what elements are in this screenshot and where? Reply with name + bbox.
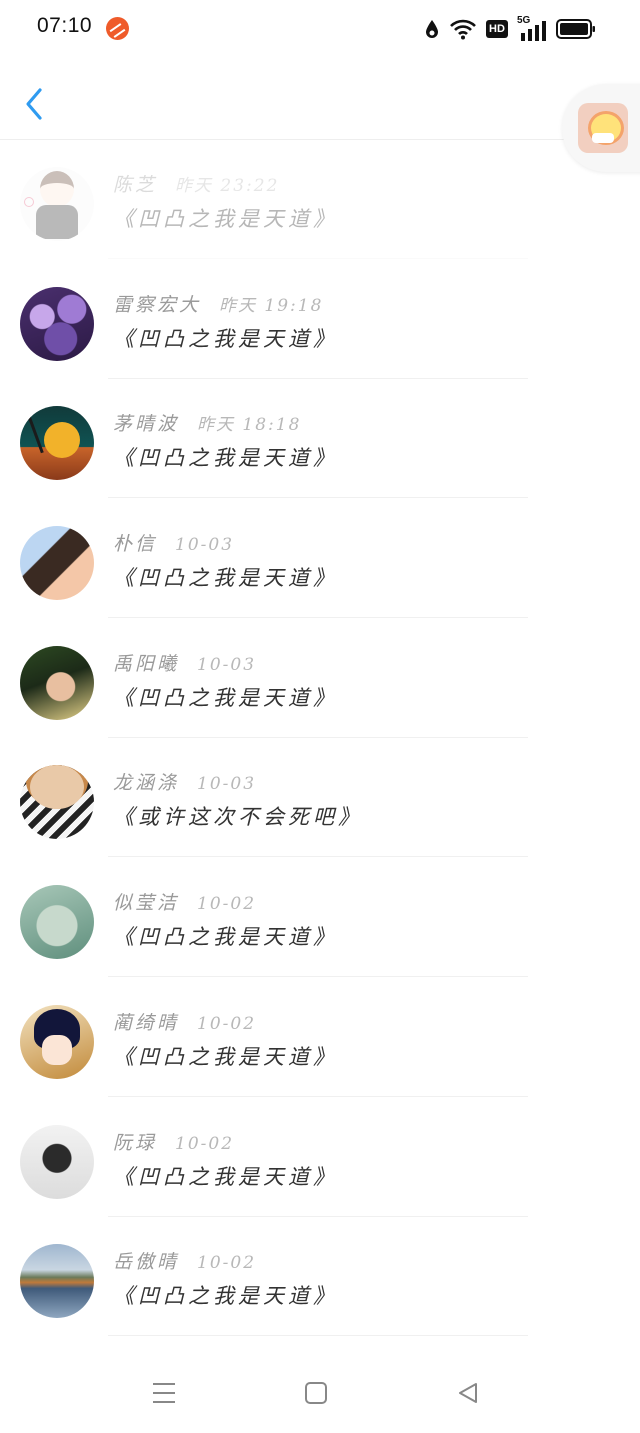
list-item[interactable]: 雷察宏大 昨天 19:18 《凹凸之我是天道》 [0, 260, 640, 380]
item-meta: 阮琭 10-02 [113, 1128, 234, 1154]
status-time: 07:10 [37, 14, 93, 37]
header-bar [0, 58, 640, 140]
list-item[interactable]: 蔺绮晴 10-02 《凹凸之我是天道》 [0, 978, 640, 1098]
list-item[interactable]: 龙涵涤 10-03 《或许这次不会死吧》 [0, 738, 640, 858]
avatar[interactable] [20, 286, 94, 361]
user-name: 阮琭 [113, 1131, 158, 1154]
item-time: 10-02 [175, 1133, 235, 1154]
item-time: 10-02 [197, 1253, 257, 1274]
item-time: 昨天 19:18 [219, 295, 324, 316]
user-name: 茅晴波 [113, 413, 180, 436]
status-bar: 07:10 HD 5G [0, 0, 640, 58]
back-button[interactable] [18, 84, 52, 124]
divider [108, 1335, 528, 1337]
home-icon [305, 1382, 327, 1404]
comment-list: 陈芝 昨天 23:22 《凹凸之我是天道》 雷察宏大 昨天 19:18 《凹凸之… [0, 140, 640, 1337]
item-meta: 岳傲晴 10-02 [113, 1247, 256, 1273]
item-time: 昨天 18:18 [197, 415, 302, 436]
avatar[interactable] [20, 526, 94, 601]
item-meta: 蔺绮晴 10-02 [113, 1008, 256, 1034]
list-item[interactable]: 岳傲晴 10-02 《凹凸之我是天道》 [0, 1217, 640, 1337]
avatar[interactable] [20, 167, 94, 241]
user-name: 雷察宏大 [113, 293, 202, 316]
user-name: 岳傲晴 [113, 1251, 180, 1274]
menu-button[interactable] [144, 1377, 184, 1409]
avatar[interactable] [20, 645, 94, 720]
signal-5g-icon: 5G [517, 15, 547, 41]
avatar[interactable] [20, 1244, 94, 1319]
item-meta: 朴信 10-03 [113, 529, 234, 555]
home-button[interactable] [296, 1377, 336, 1409]
user-name: 禹阳曦 [113, 652, 180, 675]
back-triangle-icon [459, 1383, 477, 1403]
list-item[interactable]: 似莹洁 10-02 《凹凸之我是天道》 [0, 858, 640, 978]
user-name: 朴信 [113, 533, 158, 556]
item-content: 《凹凸之我是天道》 [113, 207, 338, 231]
wifi-icon [450, 19, 476, 40]
avatar[interactable] [20, 885, 94, 960]
item-content: 《凹凸之我是天道》 [113, 326, 338, 351]
item-meta: 龙涵涤 10-03 [113, 768, 256, 794]
list-item[interactable]: 陈芝 昨天 23:22 《凹凸之我是天道》 [0, 140, 640, 260]
hd-icon: HD [486, 20, 508, 38]
item-content: 《凹凸之我是天道》 [113, 446, 338, 471]
item-time: 10-02 [197, 894, 257, 915]
avatar[interactable] [20, 1004, 94, 1079]
item-content: 《凹凸之我是天道》 [113, 1164, 338, 1189]
item-content: 《凹凸之我是天道》 [113, 925, 338, 950]
app-notification-icon [106, 17, 129, 40]
battery-icon [556, 19, 595, 39]
menu-icon [153, 1383, 175, 1403]
user-name: 似莹洁 [113, 892, 180, 915]
item-time: 10-02 [197, 1013, 257, 1034]
item-time: 昨天 23:22 [175, 176, 280, 196]
water-drop-icon [426, 20, 438, 38]
status-icons: HD 5G [424, 14, 596, 44]
item-meta: 似莹洁 10-02 [113, 888, 256, 914]
user-name: 蔺绮晴 [113, 1011, 180, 1034]
item-time: 10-03 [197, 774, 257, 795]
item-content: 《凹凸之我是天道》 [113, 1284, 338, 1309]
user-name: 龙涵涤 [113, 772, 180, 795]
avatar[interactable] [20, 765, 94, 840]
item-content: 《凹凸之我是天道》 [113, 566, 338, 591]
avatar[interactable] [20, 1124, 94, 1199]
item-meta: 茅晴波 昨天 18:18 [113, 409, 301, 435]
avatar[interactable] [20, 406, 94, 481]
item-content: 《凹凸之我是天道》 [113, 685, 338, 710]
item-content: 《凹凸之我是天道》 [113, 1044, 338, 1069]
list-item[interactable]: 朴信 10-03 《凹凸之我是天道》 [0, 499, 640, 619]
system-nav-bar [0, 1353, 640, 1433]
item-time: 10-03 [197, 654, 257, 675]
item-meta: 雷察宏大 昨天 19:18 [113, 290, 323, 316]
item-time: 10-03 [175, 535, 235, 556]
item-content: 《或许这次不会死吧》 [113, 805, 363, 830]
nav-back-button[interactable] [448, 1377, 488, 1409]
chevron-left-icon [26, 88, 42, 120]
list-item[interactable]: 禹阳曦 10-03 《凹凸之我是天道》 [0, 619, 640, 739]
user-name: 陈芝 [113, 174, 158, 196]
list-item[interactable]: 茅晴波 昨天 18:18 《凹凸之我是天道》 [0, 379, 640, 499]
item-meta: 陈芝 昨天 23:22 [113, 170, 279, 196]
item-meta: 禹阳曦 10-03 [113, 649, 256, 675]
list-item[interactable]: 阮琭 10-02 《凹凸之我是天道》 [0, 1098, 640, 1218]
